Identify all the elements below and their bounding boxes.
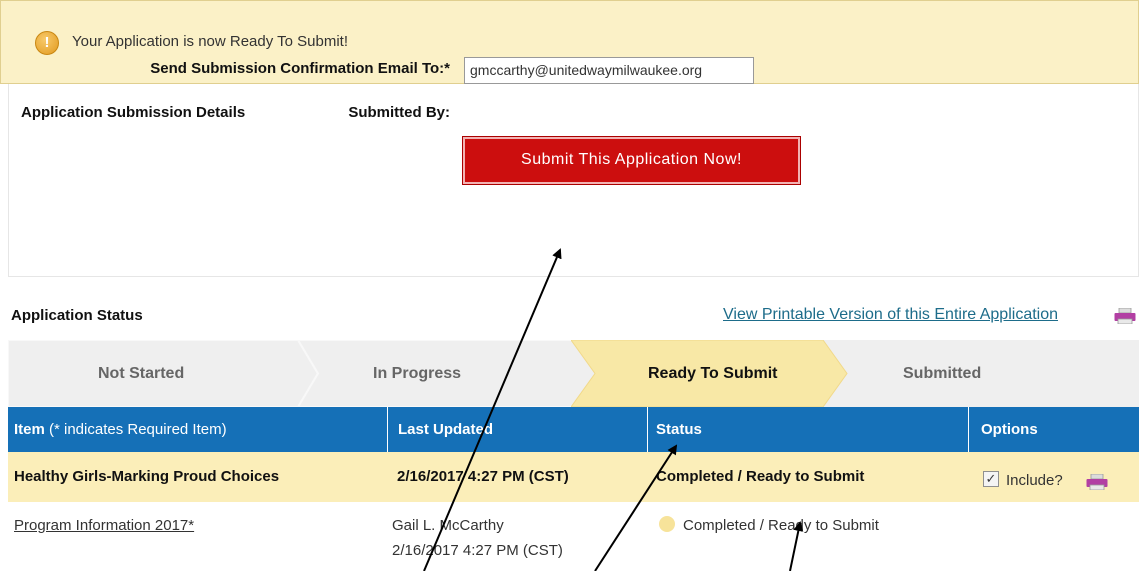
- submitted-by-label: Submitted By:: [348, 104, 450, 121]
- table-row: Program Information 2017* Gail L. McCart…: [8, 502, 1139, 571]
- alert-message: Your Application is now Ready To Submit!: [72, 33, 348, 50]
- header-options: Options: [981, 421, 1038, 438]
- row-updated-by: Gail L. McCarthy: [392, 517, 504, 534]
- row-last-updated: 2/16/2017 4:27 PM (CST): [397, 468, 569, 485]
- row-status: Completed / Ready to Submit: [656, 468, 865, 485]
- program-information-link[interactable]: Program Information 2017*: [14, 517, 194, 534]
- warning-icon: !: [35, 31, 59, 55]
- step-not-started: Not Started: [8, 340, 318, 407]
- include-checkbox[interactable]: ✓: [983, 471, 999, 487]
- header-item: Item (* indicates Required Item): [8, 407, 388, 452]
- printer-icon[interactable]: [1086, 474, 1108, 490]
- header-last-updated: Last Updated: [388, 407, 648, 452]
- header-status: Status: [648, 407, 969, 452]
- status-steps: Not Started In Progress Ready To Submit …: [8, 340, 1139, 407]
- confirmation-email-input[interactable]: gmccarthy@unitedwaymilwaukee.org: [464, 57, 754, 84]
- row-item-name: Healthy Girls-Marking Proud Choices: [14, 468, 280, 485]
- application-status-title: Application Status: [11, 307, 143, 324]
- email-label: Send Submission Confirmation Email To:*: [150, 60, 450, 77]
- step-submitted: Submitted: [903, 365, 982, 382]
- printer-icon[interactable]: [1114, 308, 1136, 324]
- row-updated-at: 2/16/2017 4:27 PM (CST): [392, 542, 563, 559]
- printable-version-link[interactable]: View Printable Version of this Entire Ap…: [723, 306, 1058, 324]
- step-ready-to-submit: Ready To Submit: [571, 340, 848, 407]
- items-table-header: Item (* indicates Required Item) Last Up…: [8, 407, 1139, 452]
- submit-application-button[interactable]: Submit This Application Now!: [462, 136, 801, 185]
- table-row: Healthy Girls-Marking Proud Choices 2/16…: [8, 452, 1139, 502]
- step-in-progress: In Progress: [298, 340, 598, 407]
- row-status-text: Completed / Ready to Submit: [683, 517, 879, 534]
- status-dot-icon: [659, 516, 675, 532]
- include-label: Include?: [1006, 472, 1063, 489]
